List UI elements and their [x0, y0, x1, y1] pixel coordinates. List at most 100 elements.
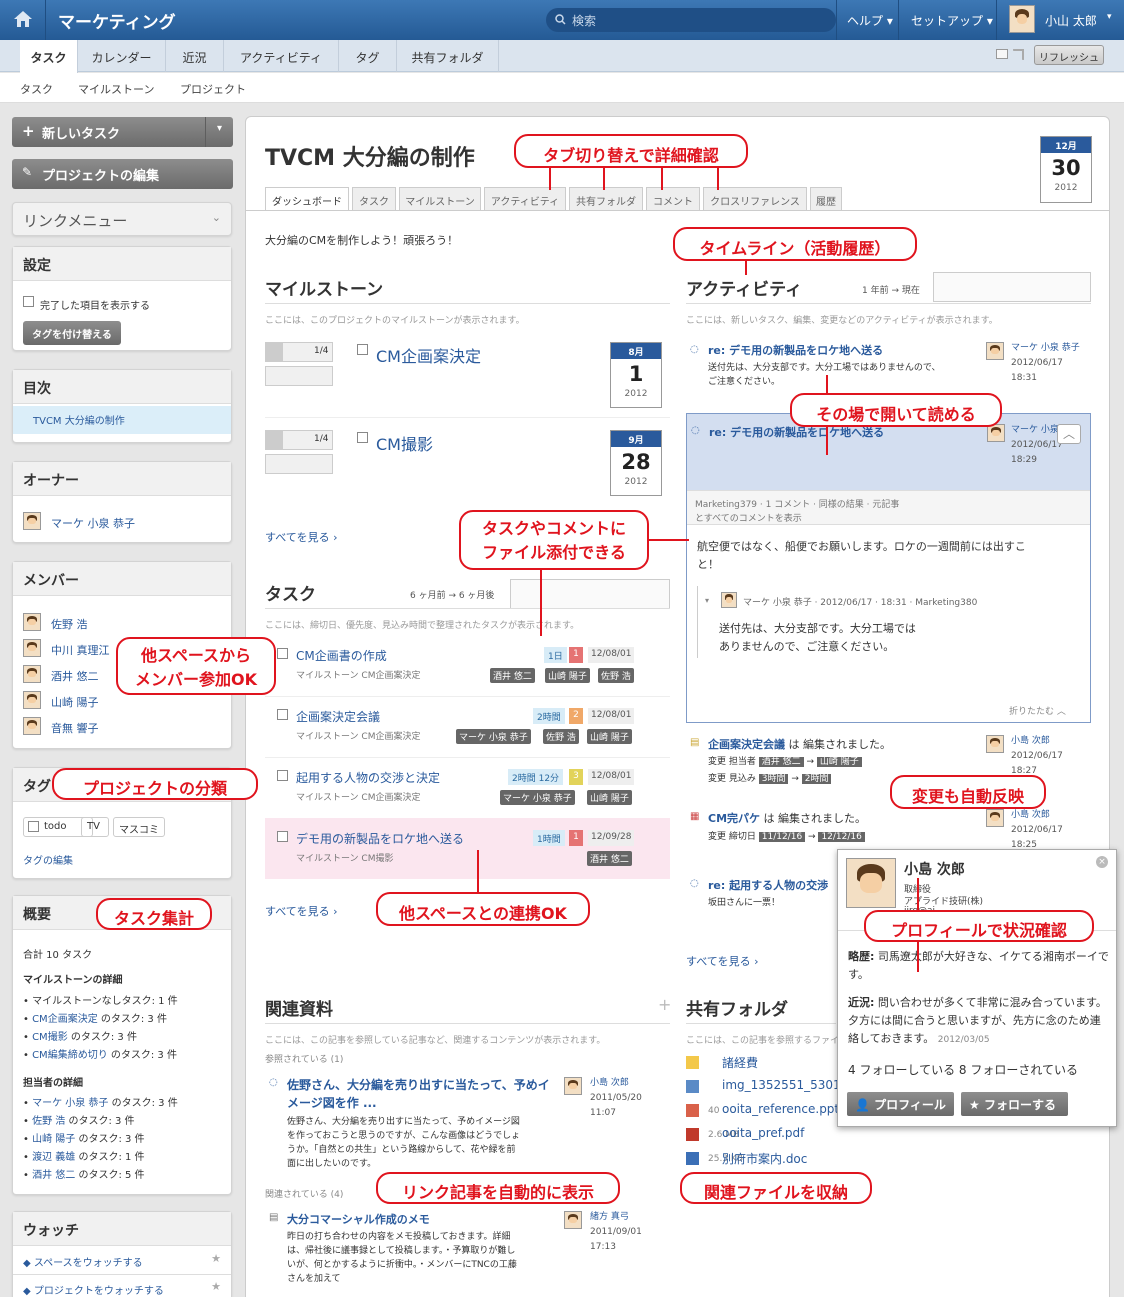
activity-item-title[interactable]: re: 起用する人物の交渉 [708, 877, 828, 893]
subtab-projects[interactable]: プロジェクト [180, 81, 246, 97]
assignee-tag[interactable]: マーケ 小泉 恭子 [500, 790, 575, 805]
tag-checkbox[interactable] [28, 821, 39, 832]
ptab-shared-folder[interactable]: 共有フォルダ [569, 187, 643, 210]
milestones-see-all[interactable]: すべてを見る › [265, 529, 337, 545]
retag-button[interactable]: タグを付け替える [23, 321, 121, 345]
link-menu[interactable]: リンクメニュー ⌄ [12, 202, 232, 236]
assignee-tag[interactable]: マーケ 小泉 恭子 [456, 729, 531, 744]
milestone-checkbox[interactable] [357, 344, 368, 355]
setup-menu[interactable]: セットアップ ▾ [898, 0, 996, 40]
tag-tv[interactable]: TV [81, 817, 109, 837]
activity-timeline[interactable] [933, 272, 1091, 302]
tab-shared-folder[interactable]: 共有フォルダ [397, 40, 499, 72]
watch-project-link[interactable]: ◆ プロジェクトをウォッチする [23, 1282, 164, 1297]
task-name[interactable]: デモ用の新製品をロケ地へ送る [296, 830, 464, 847]
tasks-timeline[interactable] [510, 579, 670, 609]
summary-link[interactable]: 酒井 悠二 [32, 1170, 75, 1181]
task-checkbox[interactable] [277, 831, 288, 842]
chevron-down-icon[interactable]: ▾ [705, 596, 709, 605]
assignee-tag[interactable]: 山崎 陽子 [545, 668, 590, 683]
search-input[interactable]: 検索 [546, 8, 836, 32]
print-icon[interactable] [996, 49, 1008, 59]
avatar[interactable] [721, 592, 737, 608]
user-menu[interactable]: 小山 太郎 ▾ [996, 0, 1124, 40]
show-all-comments[interactable]: とすべてのコメントを表示 [695, 511, 802, 524]
activity-item-title[interactable]: re: デモ用の新製品をロケ地へ送る [708, 342, 883, 358]
task-checkbox[interactable] [277, 648, 288, 659]
avatar[interactable] [986, 809, 1004, 827]
summary-link[interactable]: 渡辺 義雄 [32, 1152, 75, 1163]
tab-activity[interactable]: アクティビティ [224, 40, 339, 72]
milestone-name[interactable]: CM撮影 [376, 431, 433, 455]
fold-link[interactable]: 折りたたむ ︿ [1009, 704, 1066, 717]
avatar[interactable] [986, 342, 1004, 360]
task-name[interactable]: 企画案決定会議 [296, 708, 380, 725]
ptab-dashboard[interactable]: ダッシュボード [265, 187, 349, 211]
task-checkbox[interactable] [277, 709, 288, 720]
avatar[interactable] [986, 735, 1004, 753]
assignee-tag[interactable]: 酒井 悠二 [587, 851, 632, 866]
activity-user-name[interactable]: 小島 次郎 [1011, 734, 1063, 749]
assignee-tag[interactable]: 山崎 陽子 [587, 729, 632, 744]
summary-link[interactable]: CM企画案決定 [32, 1014, 98, 1025]
edit-project-button[interactable]: ✎ プロジェクトの編集 [12, 159, 233, 189]
close-icon[interactable]: × [1096, 856, 1108, 868]
activity-link[interactable]: 企画案決定会議 [708, 738, 785, 751]
toc-item[interactable]: TVCM 大分編の制作 [13, 406, 231, 434]
summary-link[interactable]: CM編集締め切り [32, 1050, 108, 1061]
summary-link[interactable]: マーケ 小泉 恭子 [32, 1098, 108, 1109]
follow-button[interactable]: ★ フォローする [961, 1092, 1068, 1116]
refresh-button[interactable]: リフレッシュ [1034, 45, 1104, 65]
follow-stats[interactable]: 4 フォローしている 8 フォローされている [848, 1061, 1078, 1078]
milestone-name[interactable]: CM企画案決定 [376, 343, 481, 367]
ptab-milestones[interactable]: マイルストーン [399, 187, 481, 210]
summary-link[interactable]: CM撮影 [32, 1032, 68, 1043]
star-icon[interactable]: ★ [211, 1280, 221, 1293]
show-done-checkbox[interactable] [23, 296, 34, 307]
collapse-button[interactable]: ︿ [1057, 424, 1081, 444]
help-menu[interactable]: ヘルプ ▾ [836, 0, 898, 40]
summary-link[interactable]: 佐野 浩 [32, 1116, 65, 1127]
assignee-tag[interactable]: 佐野 浩 [543, 729, 579, 744]
assignee-tag[interactable]: 酒井 悠二 [490, 668, 535, 683]
add-icon[interactable]: + [658, 995, 671, 1014]
related-user-name[interactable]: 小島 次郎 [590, 1076, 642, 1091]
related-item-title[interactable]: 大分コマーシャル作成のメモ [287, 1211, 430, 1227]
ptab-crossref[interactable]: クロスリファレンス [703, 187, 807, 210]
ptab-tasks[interactable]: タスク [352, 187, 396, 210]
ptab-activity[interactable]: アクティビティ [484, 187, 566, 210]
tag-masscomi[interactable]: マスコミ [113, 817, 165, 837]
tab-calendar[interactable]: カレンダー [78, 40, 166, 72]
star-icon[interactable]: ★ [211, 1252, 221, 1265]
watch-space-link[interactable]: ◆ スペースをウォッチする [23, 1254, 143, 1269]
task-name[interactable]: 起用する人物の交渉と決定 [296, 769, 440, 786]
related-item-title[interactable]: 佐野さん、大分編を売り出すに当たって、予めイ メージ図を作 ... [287, 1076, 550, 1112]
related-user-name[interactable]: 緒方 真弓 [590, 1210, 642, 1225]
activity-link[interactable]: CM完パケ [708, 812, 760, 825]
rss-icon[interactable] [1013, 49, 1024, 60]
tab-tasks[interactable]: タスク [20, 40, 78, 73]
ptab-history[interactable]: 履歴 [810, 187, 842, 210]
tasks-see-all[interactable]: すべてを見る › [265, 903, 337, 919]
task-checkbox[interactable] [277, 770, 288, 781]
task-name[interactable]: CM企画書の作成 [296, 647, 387, 664]
tab-recent[interactable]: 近況 [166, 40, 224, 72]
edit-tags-link[interactable]: タグの編集 [23, 852, 73, 867]
activity-see-all[interactable]: すべてを見る › [686, 953, 758, 969]
profile-button[interactable]: 👤 プロフィール [847, 1092, 954, 1116]
app-title[interactable]: マーケティング [58, 8, 176, 33]
subtab-tasks[interactable]: タスク [20, 81, 53, 97]
table-row[interactable]: デモ用の新製品をロケ地へ送る マイルストーン CM撮影 1時間 1 12/09/… [265, 818, 670, 879]
assignee-tag[interactable]: 山崎 陽子 [587, 790, 632, 805]
activity-user-name[interactable]: 小島 次郎 [1011, 808, 1063, 823]
tab-tags[interactable]: タグ [339, 40, 397, 72]
activity-meta[interactable]: Marketing379 · 1 コメント · 同様の結果 · 元記事 [695, 497, 899, 510]
profile-name[interactable]: 小島 次郎 [904, 859, 965, 879]
avatar[interactable] [564, 1077, 582, 1095]
activity-user-name[interactable]: マーケ 小泉 恭子 [1011, 341, 1080, 356]
milestone-checkbox[interactable] [357, 432, 368, 443]
new-task-button[interactable]: + 新しいタスク ▾ [12, 117, 233, 147]
avatar[interactable] [564, 1211, 582, 1229]
assignee-tag[interactable]: 佐野 浩 [598, 668, 634, 683]
home-button[interactable] [0, 0, 46, 40]
